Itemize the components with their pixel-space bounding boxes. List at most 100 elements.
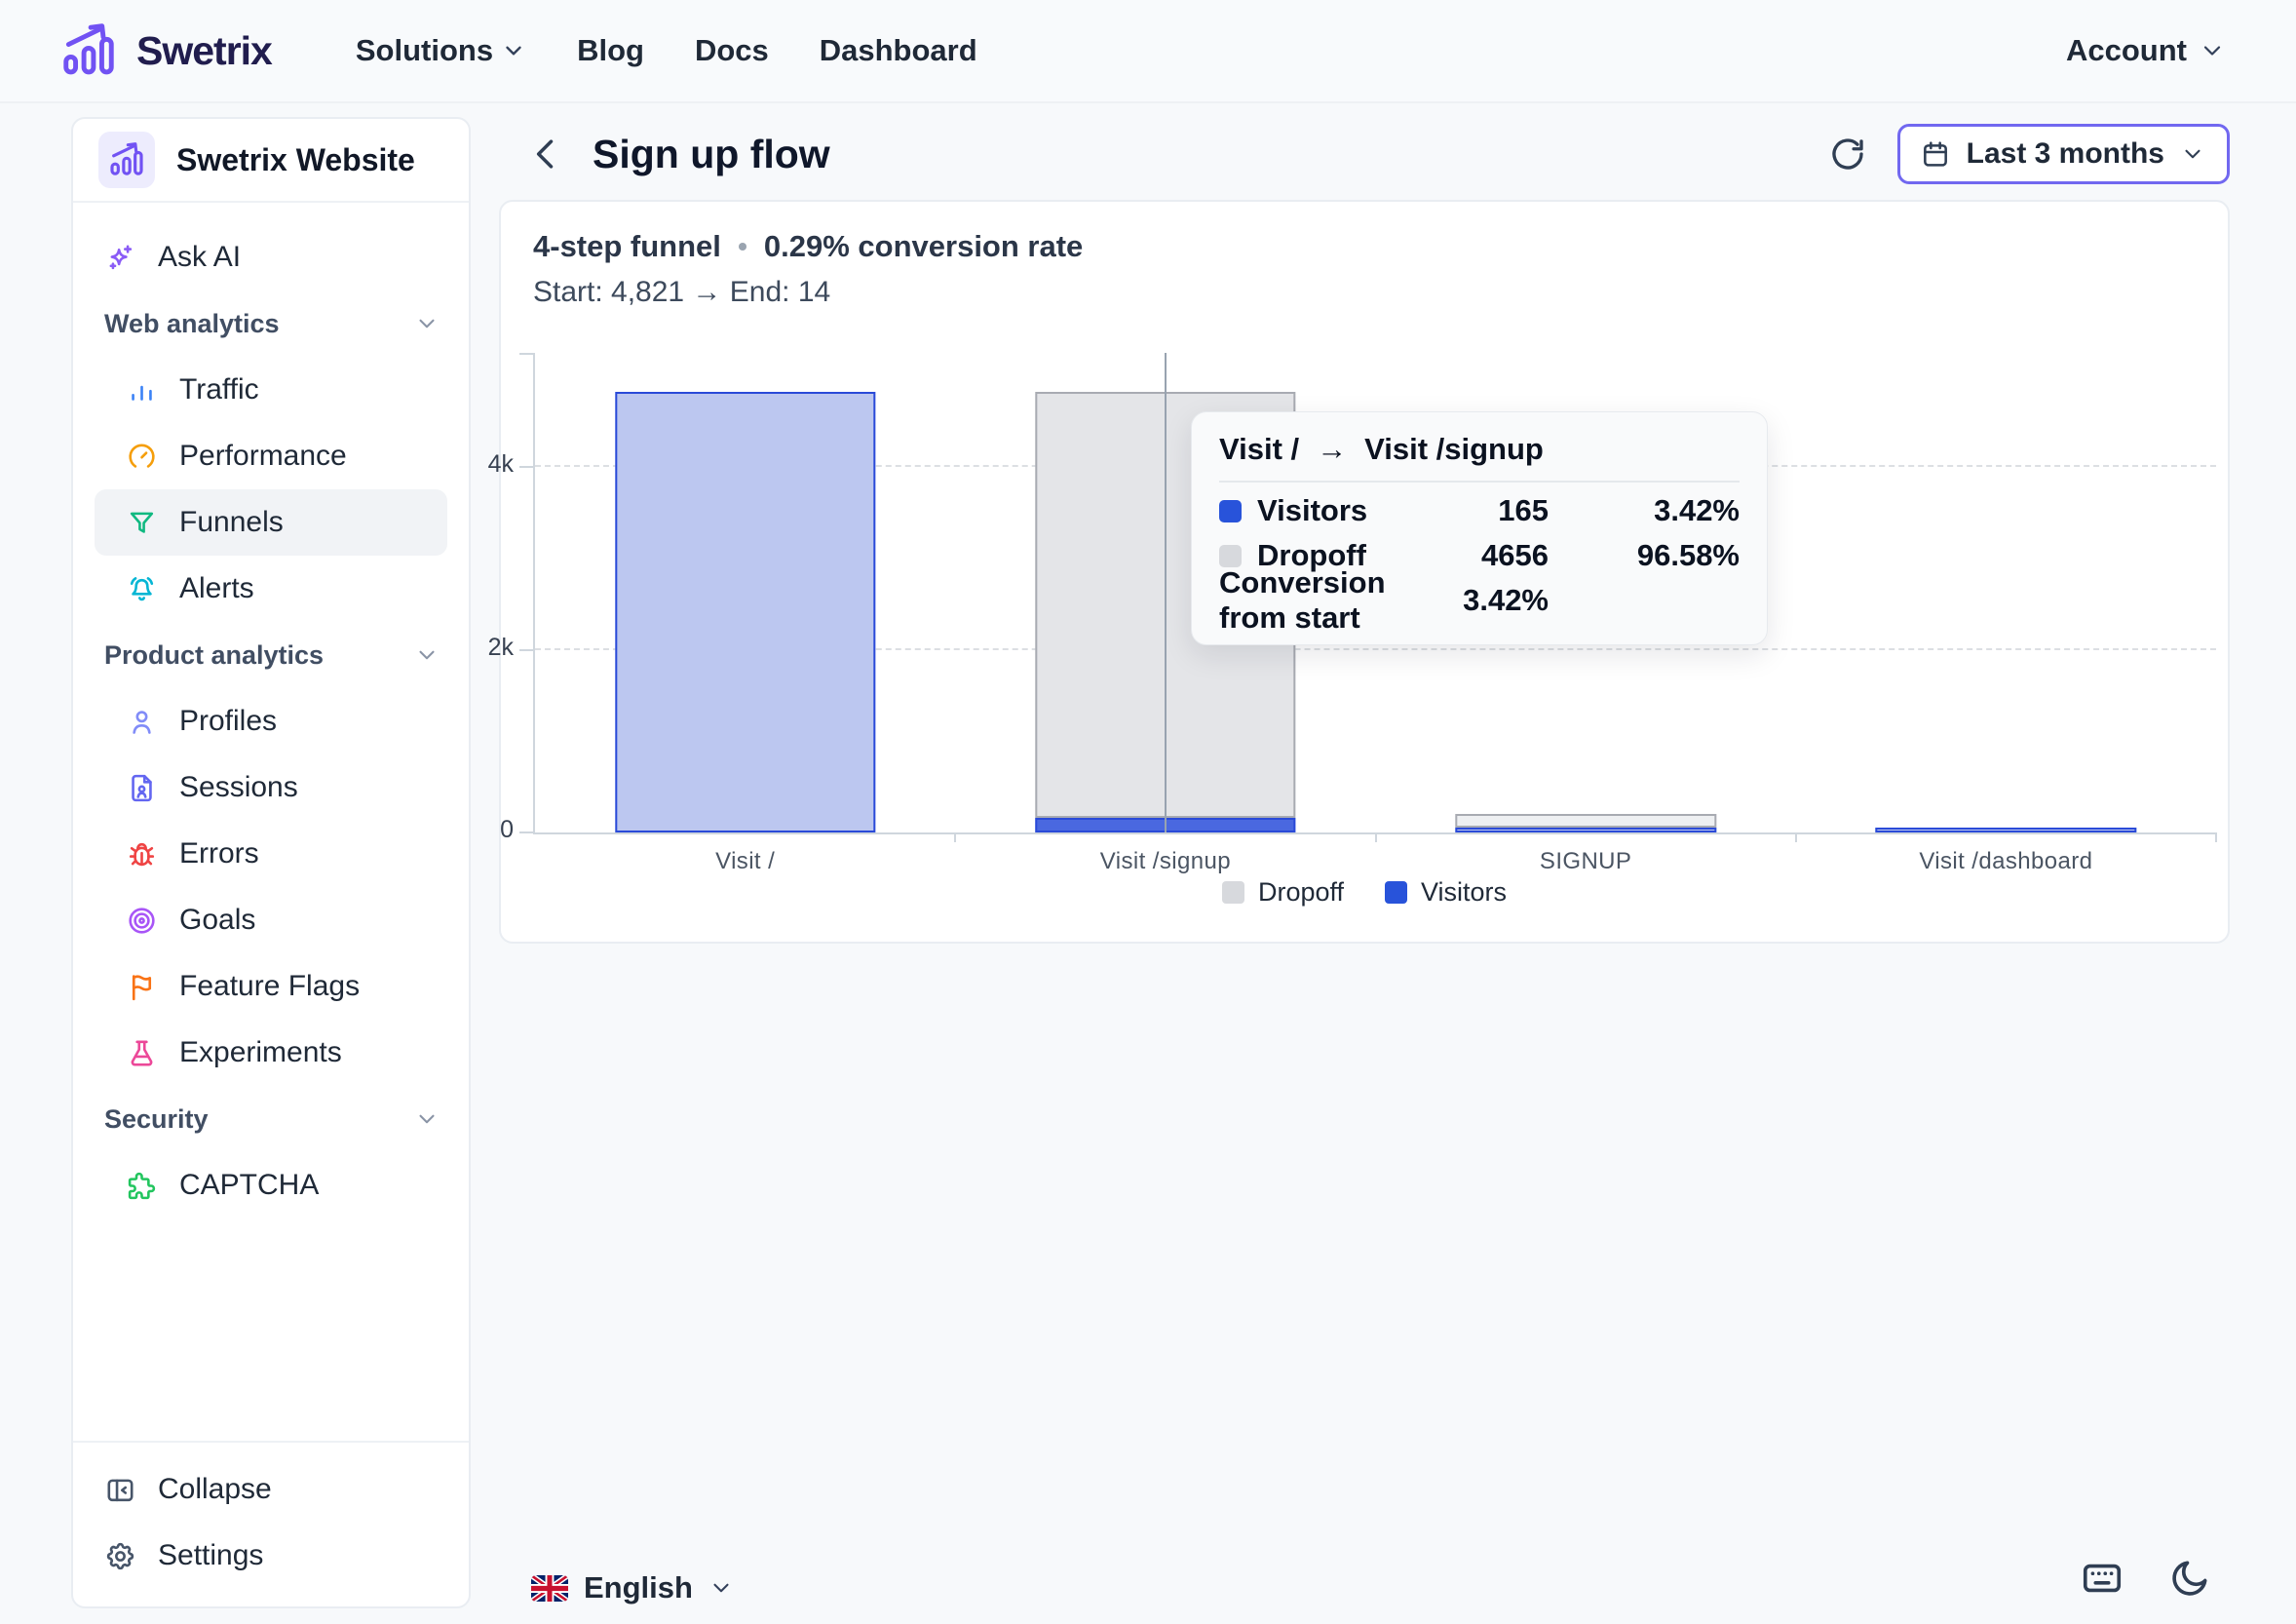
legend-item-visitors[interactable]: Visitors — [1385, 877, 1507, 908]
sidebar-item-ask-ai[interactable]: Ask AI — [95, 224, 447, 290]
brand-name: Swetrix — [136, 28, 272, 74]
sparkles-icon — [104, 242, 136, 274]
tooltip-step-to: Visit /signup — [1364, 432, 1544, 467]
sidebar-item-profiles[interactable]: Profiles — [95, 688, 447, 754]
x-axis-label: Visit / — [535, 848, 955, 875]
y-axis-tick-label: 2k — [488, 634, 514, 662]
chevron-down-icon — [501, 38, 526, 63]
sidebar-item-label: Alerts — [179, 572, 254, 605]
sidebar-footer: Collapse Settings — [73, 1441, 469, 1606]
brand-home-link[interactable]: Swetrix — [58, 20, 272, 81]
puzzle-icon — [126, 1170, 158, 1202]
sidebar-item-sessions[interactable]: Sessions — [95, 754, 447, 821]
chevron-down-icon — [414, 642, 440, 668]
bar-stack — [615, 392, 875, 832]
sidebar-item-alerts[interactable]: Alerts — [95, 556, 447, 622]
funnel-step-visit-[interactable]: Visit / — [535, 353, 955, 832]
tooltip-rows: Visitors1653.42%Dropoff465696.58%Convers… — [1219, 488, 1740, 623]
sidebar-item-collapse[interactable]: Collapse — [95, 1456, 447, 1523]
chevron-down-icon — [708, 1575, 734, 1601]
sidebar-section-web-analytics[interactable]: Web analytics — [73, 290, 469, 357]
sidebar-item-experiments[interactable]: Experiments — [95, 1020, 447, 1086]
x-axis-tick — [1375, 832, 1377, 842]
series-color-swatch — [1219, 500, 1242, 522]
nav-link-dashboard[interactable]: Dashboard — [820, 33, 977, 68]
sidebar-item-label: Experiments — [179, 1036, 342, 1069]
calendar-icon — [1920, 138, 1951, 170]
x-axis-label: Visit /dashboard — [1796, 848, 2216, 875]
sidebar-item-settings[interactable]: Settings — [95, 1523, 447, 1589]
nav-link-solutions[interactable]: Solutions — [356, 33, 526, 68]
dropoff-bar-segment[interactable] — [1455, 814, 1715, 828]
sidebar-item-label: Goals — [179, 904, 255, 937]
funnel-step-visit-dashboard[interactable]: Visit /dashboard — [1796, 353, 2216, 832]
file-user-icon — [126, 772, 158, 804]
swetrix-logo-icon — [58, 20, 119, 81]
start-end-label: Start: 4,821 → End: 14 — [533, 276, 2228, 309]
tooltip-conversion-value: 3.42% — [1432, 583, 1549, 618]
tooltip-series-label: Visitors — [1219, 488, 1406, 533]
funnel-steps-label: 4-step funnel — [533, 229, 721, 264]
y-axis-tick-label: 4k — [488, 450, 514, 479]
sidebar-item-label: CAPTCHA — [179, 1169, 319, 1202]
legend-label: Visitors — [1421, 877, 1507, 908]
sidebar-item-goals[interactable]: Goals — [95, 887, 447, 953]
sidebar-item-label: Collapse — [158, 1473, 272, 1506]
sidebar-item-errors[interactable]: Errors — [95, 821, 447, 887]
page-title: Sign up flow — [593, 132, 1827, 177]
gear-icon — [104, 1540, 136, 1572]
sidebar-section-security[interactable]: Security — [73, 1086, 469, 1152]
sidebar-item-label: Settings — [158, 1539, 263, 1572]
dark-mode-toggle[interactable] — [2167, 1556, 2212, 1601]
legend-swatch — [1385, 881, 1407, 904]
arrow-right-icon: → — [1317, 432, 1347, 467]
bug-icon — [126, 838, 158, 870]
bell-icon — [126, 573, 158, 605]
user-icon — [126, 706, 158, 738]
y-axis-tick — [519, 831, 533, 833]
hover-indicator-line — [1165, 353, 1167, 832]
visitors-bar-segment[interactable] — [615, 392, 875, 832]
sidebar-item-label: Ask AI — [158, 241, 241, 274]
traffic-bars-icon — [126, 374, 158, 406]
nav-link-blog[interactable]: Blog — [577, 33, 644, 68]
sidebar-section-product-analytics[interactable]: Product analytics — [73, 622, 469, 688]
funnel-summary: 4-step funnel 0.29% conversion rate — [533, 229, 2228, 264]
tooltip-series-value: 165 — [1432, 493, 1549, 528]
sidebar-item-label: Traffic — [179, 373, 259, 406]
legend-item-dropoff[interactable]: Dropoff — [1222, 877, 1344, 908]
x-axis-label: Visit /signup — [955, 848, 1375, 875]
page-header: Sign up flow Last 3 months — [499, 119, 2230, 189]
date-range-label: Last 3 months — [1967, 137, 2164, 171]
back-button[interactable] — [524, 133, 567, 175]
bar-stack — [1455, 814, 1715, 832]
flask-icon — [126, 1037, 158, 1069]
funnel-icon — [126, 507, 158, 539]
visitors-bar-segment[interactable] — [1455, 828, 1715, 832]
nav-link-docs[interactable]: Docs — [695, 33, 769, 68]
sidebar-item-label: Profiles — [179, 705, 277, 738]
sidebar-item-feature-flags[interactable]: Feature Flags — [95, 953, 447, 1020]
footer-actions — [2080, 1556, 2212, 1601]
project-name: Swetrix Website — [176, 142, 415, 178]
language-selector[interactable]: English — [531, 1562, 734, 1614]
y-axis-tick — [519, 353, 533, 355]
sidebar-item-performance[interactable]: Performance — [95, 423, 447, 489]
chevron-down-icon — [414, 1106, 440, 1132]
project-header[interactable]: Swetrix Website — [73, 119, 469, 203]
language-label: English — [584, 1570, 693, 1605]
account-menu[interactable]: Account — [2066, 33, 2226, 68]
sidebar-item-traffic[interactable]: Traffic — [95, 357, 447, 423]
panel-collapse-icon — [104, 1474, 136, 1506]
sidebar-item-captcha[interactable]: CAPTCHA — [95, 1152, 447, 1218]
visitors-bar-segment[interactable] — [1876, 828, 2136, 832]
series-color-swatch — [1219, 545, 1242, 567]
sidebar-item-funnels[interactable]: Funnels — [95, 489, 447, 556]
tooltip-series-pct: 3.42% — [1574, 493, 1740, 528]
x-axis-tick — [1795, 832, 1797, 842]
keyboard-shortcuts-button[interactable] — [2080, 1556, 2124, 1601]
date-range-button[interactable]: Last 3 months — [1897, 124, 2230, 184]
refresh-button[interactable] — [1827, 134, 1868, 174]
x-axis-label: SIGNUP — [1376, 848, 1796, 875]
chevron-down-icon — [2199, 37, 2226, 64]
